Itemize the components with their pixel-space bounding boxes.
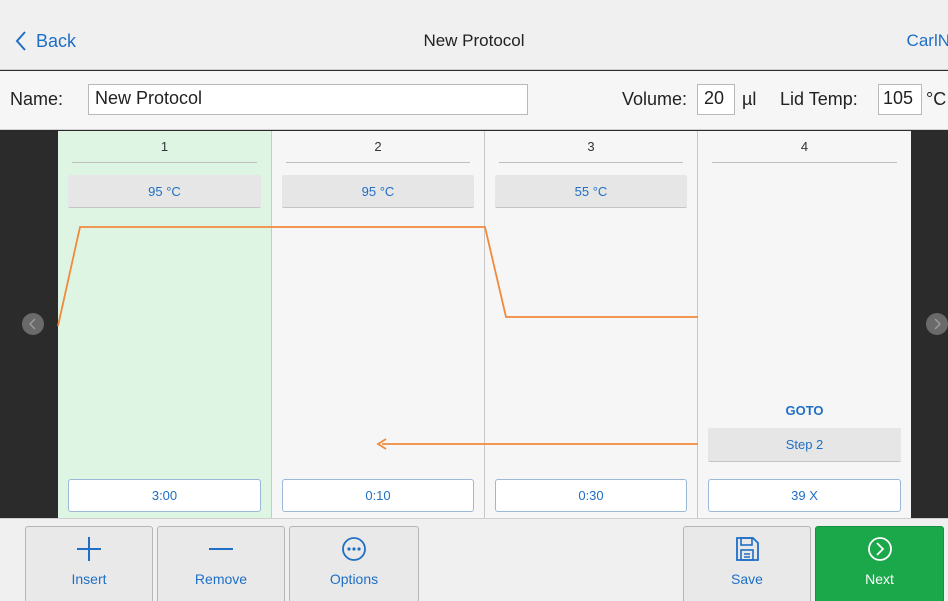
page-title: New Protocol bbox=[423, 31, 525, 50]
protocol-graph: 1 95 °C 3:00 2 95 °C 0:10 3 55 °C 0:30 4… bbox=[0, 131, 948, 518]
volume-input[interactable]: 20 bbox=[697, 84, 735, 115]
user-name[interactable]: CarlN bbox=[907, 31, 948, 51]
scroll-left-button[interactable] bbox=[22, 313, 44, 335]
step-temperature-button[interactable]: 95 °C bbox=[282, 175, 474, 208]
lid-temp-label: Lid Temp: bbox=[780, 89, 858, 109]
step-number: 2 bbox=[286, 139, 470, 163]
step-time-button[interactable]: 0:30 bbox=[495, 479, 687, 512]
step-time-button[interactable]: 3:00 bbox=[68, 479, 261, 512]
step-time-button[interactable]: 0:10 bbox=[282, 479, 474, 512]
options-button[interactable]: Options bbox=[289, 526, 419, 601]
goto-step-button[interactable]: Step 2 bbox=[708, 428, 901, 462]
step-temperature-button[interactable]: 95 °C bbox=[68, 175, 261, 208]
insert-button[interactable]: Insert bbox=[25, 526, 153, 601]
chevron-right-icon bbox=[934, 318, 942, 330]
step-temperature-button[interactable]: 55 °C bbox=[495, 175, 687, 208]
minus-icon bbox=[209, 548, 233, 550]
volume-unit: µl bbox=[742, 89, 757, 109]
step-number: 4 bbox=[712, 139, 897, 163]
volume-label: Volume: bbox=[622, 89, 688, 109]
circle-chevron-right-icon bbox=[867, 537, 892, 561]
top-bar: Back New Protocol CarlN bbox=[0, 0, 948, 70]
options-label: Options bbox=[329, 571, 379, 587]
bottom-toolbar: Insert Remove Options Save Next bbox=[0, 518, 948, 601]
floppy-disk-icon bbox=[736, 537, 759, 561]
step-column-4[interactable]: 4 GOTO Step 2 39 X bbox=[698, 131, 911, 518]
save-button[interactable]: Save bbox=[683, 526, 811, 601]
plus-icon bbox=[77, 537, 101, 561]
goto-label: GOTO bbox=[785, 403, 824, 418]
insert-label: Insert bbox=[71, 571, 107, 587]
step-column-3[interactable]: 3 55 °C 0:30 bbox=[485, 131, 698, 518]
chevron-left-icon bbox=[28, 318, 36, 330]
lid-temp-input[interactable]: 105 bbox=[878, 84, 922, 115]
remove-button[interactable]: Remove bbox=[157, 526, 285, 601]
lid-temp-unit: °C bbox=[926, 89, 947, 109]
step-column-1[interactable]: 1 95 °C 3:00 bbox=[58, 131, 272, 518]
scroll-right-button[interactable] bbox=[926, 313, 948, 335]
name-label: Name: bbox=[10, 89, 64, 109]
step-number: 3 bbox=[499, 139, 683, 163]
cycle-count-button[interactable]: 39 X bbox=[708, 479, 901, 512]
protocol-settings-row: Name: New Protocol Volume: 20 µl Lid Tem… bbox=[0, 71, 948, 130]
more-icon bbox=[342, 537, 366, 561]
step-column-2[interactable]: 2 95 °C 0:10 bbox=[272, 131, 485, 518]
name-input[interactable]: New Protocol bbox=[88, 84, 528, 115]
step-number: 1 bbox=[72, 139, 257, 163]
remove-label: Remove bbox=[194, 571, 248, 587]
save-label: Save bbox=[731, 571, 763, 587]
next-button[interactable]: Next bbox=[815, 526, 944, 601]
next-label: Next bbox=[865, 571, 894, 587]
